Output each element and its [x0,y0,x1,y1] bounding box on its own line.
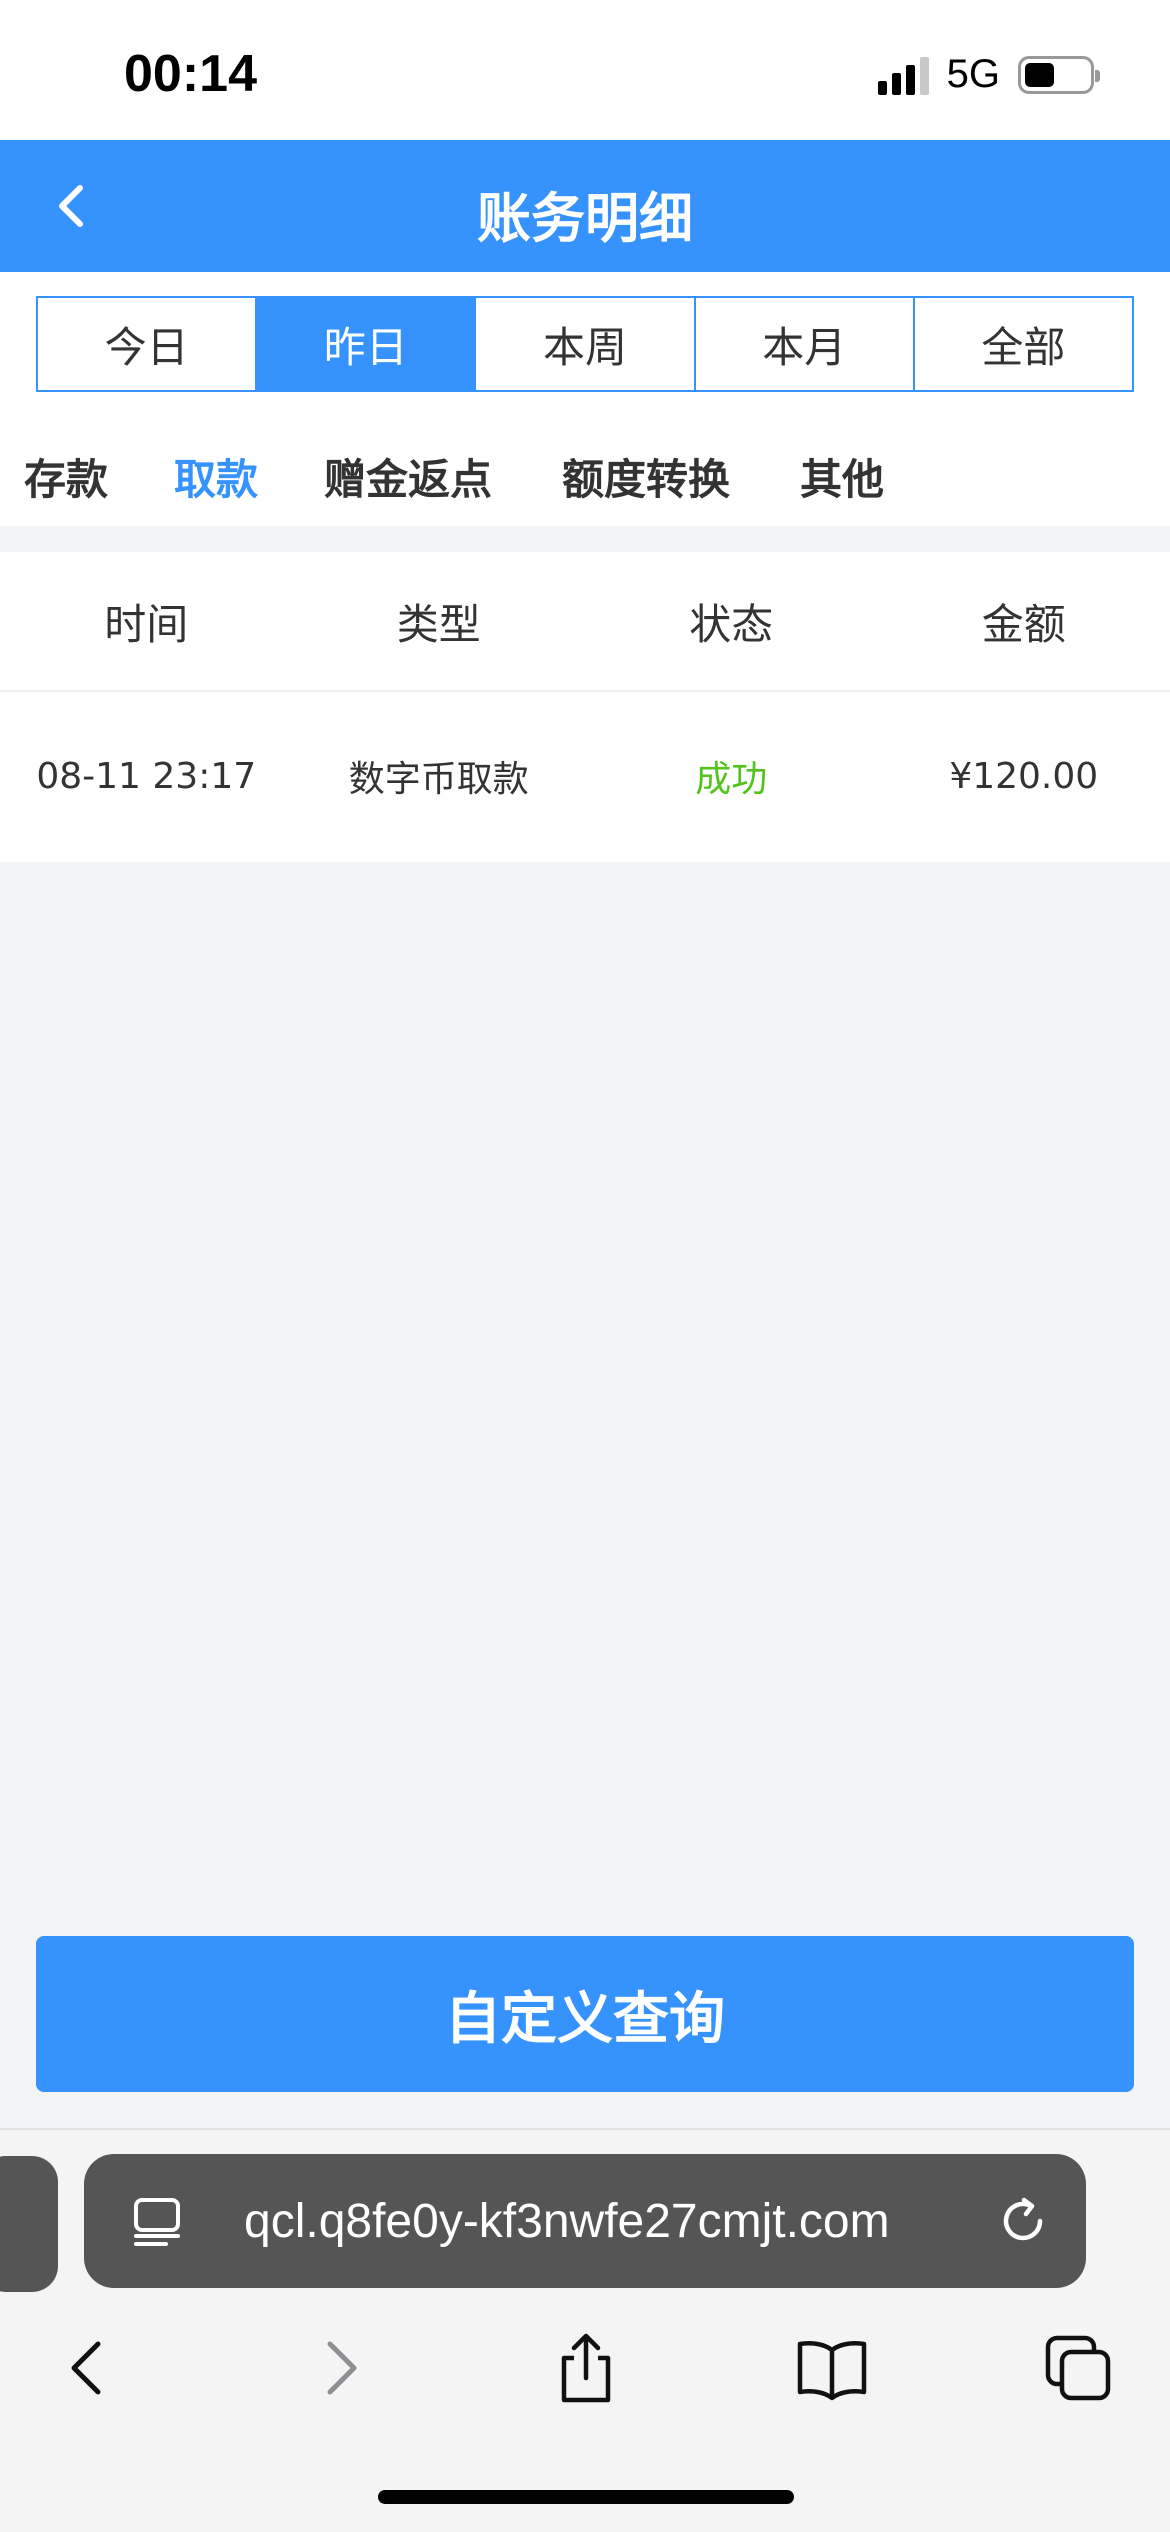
page-title: 账务明细 [477,187,693,250]
address-bar[interactable]: qcl.q8fe0y-kf3nwfe27cmjt.com [84,2154,1086,2288]
bookmarks-icon [797,2341,867,2401]
type-tab-other[interactable]: 其他 [800,446,884,507]
row-status: 成功 [695,759,768,800]
row-amount: ¥120.00 [949,755,1099,797]
date-tab-all[interactable]: 全部 [914,298,1133,390]
date-tab-today[interactable]: 今日 [38,298,258,390]
date-tab-yesterday[interactable]: 昨日 [257,298,477,390]
date-segment: 今日 昨日 本周 本月 全部 [36,296,1134,392]
row-type: 数字币取款 [348,759,529,800]
signal-icon [877,55,929,95]
header-status: 状态 [689,599,774,649]
status-time: 00:14 [124,45,257,103]
network-type: 5G [946,52,1000,96]
home-indicator [378,2490,794,2504]
records-table: 时间 类型 状态 金额 08-11 23:17 数字币取款 成功 ¥120.00 [0,552,1170,862]
date-tab-this-month[interactable]: 本月 [695,298,915,390]
header-type: 类型 [396,599,481,649]
share-button[interactable] [548,2330,624,2406]
type-tab-bonus-rebate[interactable]: 赠金返点 [324,446,492,507]
custom-query-button[interactable]: 自定义查询 [36,1936,1134,2092]
url-text: qcl.q8fe0y-kf3nwfe27cmjt.com [244,2195,890,2248]
share-icon [561,2333,611,2403]
type-tab-withdrawal[interactable]: 取款 [174,446,258,507]
tabs-button[interactable] [1040,2330,1116,2406]
table-row[interactable]: 08-11 23:17 数字币取款 成功 ¥120.00 [0,692,1170,860]
row-time: 08-11 23:17 [36,755,257,797]
browser-back-button[interactable] [50,2330,126,2406]
reload-icon[interactable] [994,2192,1052,2250]
browser-toolbar: qcl.q8fe0y-kf3nwfe27cmjt.com [0,2128,1170,2532]
forward-icon [327,2341,357,2395]
browser-forward-button[interactable] [302,2330,378,2406]
type-tab-transfer[interactable]: 额度转换 [562,446,730,507]
date-tab-this-week[interactable]: 本周 [476,298,696,390]
type-tab-deposit[interactable]: 存款 [24,446,108,507]
status-indicators: 5G [877,52,1100,97]
battery-icon [1018,55,1100,94]
filter-area: 今日 昨日 本周 本月 全部 存款 取款 赠金返点 额度转换 其他 [0,272,1170,526]
browser-nav-toolbar [0,2316,1170,2416]
reader-icon[interactable] [130,2194,184,2248]
previous-tab-preview[interactable] [0,2156,58,2292]
table-header: 时间 类型 状态 金额 [0,552,1170,692]
back-icon [71,2341,101,2395]
header-time: 时间 [104,599,189,649]
nav-bar: 账务明细 [0,140,1170,272]
header-amount: 金额 [981,599,1066,649]
status-bar: 00:14 5G [0,0,1170,140]
bookmarks-button[interactable] [794,2330,870,2406]
tabs-icon [1045,2335,1111,2401]
